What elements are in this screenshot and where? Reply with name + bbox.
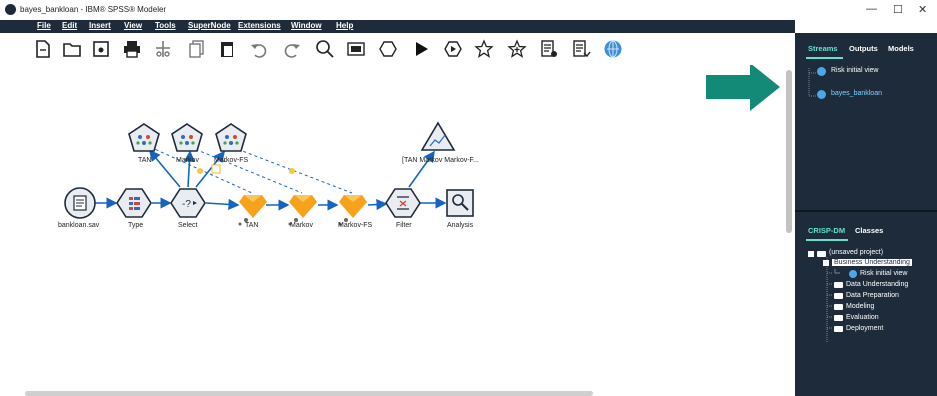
preview-run-icon[interactable] [571, 39, 591, 59]
new-stream-icon[interactable] [33, 39, 53, 59]
label-analysis: Analysis [447, 222, 474, 229]
minimize-button[interactable]: — [866, 3, 877, 15]
maximize-button[interactable]: ☐ [893, 3, 903, 16]
stream-item-risk[interactable]: Risk initial view [831, 67, 878, 74]
label-type: Type [128, 222, 144, 229]
spss-app-icon [5, 4, 16, 15]
run-icon[interactable] [411, 39, 431, 59]
node-tan-model[interactable] [128, 123, 160, 152]
stream-icon [849, 270, 857, 278]
node-select[interactable]: -? [170, 188, 206, 218]
label-graph: [TAN Markov Markov-F... [402, 157, 479, 164]
node-filter[interactable] [385, 188, 421, 218]
label-tan-build: TAN [245, 222, 259, 229]
model-link-markov [189, 146, 303, 194]
phase-data-understanding[interactable]: Data Understanding [846, 281, 908, 288]
project-root[interactable]: (unsaved project) [829, 249, 883, 256]
svg-text:-?: -? [182, 199, 191, 210]
save-icon[interactable] [91, 39, 111, 59]
label-select: Select [178, 222, 198, 229]
label-bankloan: bankloan.sav [58, 222, 100, 229]
menu-file[interactable]: File [37, 21, 51, 30]
menu-bar: File Edit Insert View Tools SuperNode Ex… [0, 20, 795, 33]
menu-extensions[interactable]: Extensions [238, 21, 281, 30]
menu-insert[interactable]: Insert [89, 21, 111, 30]
folder-icon [834, 304, 843, 310]
window-titlebar: bayes_bankloan - IBM® SPSS® Modeler — ☐ … [0, 0, 937, 20]
tab-classes[interactable]: Classes [855, 226, 883, 235]
cut-icon[interactable] [153, 39, 173, 59]
toolbar [0, 33, 795, 65]
manager-panel: Streams Outputs Models Risk initial view… [795, 33, 937, 396]
globe-icon[interactable] [603, 39, 623, 59]
label-markovfs-model: Markov-FS [214, 157, 249, 164]
vertical-scrollbar[interactable] [786, 70, 792, 233]
phase-deployment[interactable]: Deployment [846, 325, 883, 332]
node-markovfs-model-build[interactable] [338, 195, 368, 226]
menu-window[interactable]: Window [291, 21, 322, 30]
favorites-icon[interactable] [474, 39, 494, 59]
node-bankloan-source[interactable] [64, 187, 96, 219]
phase-modeling[interactable]: Modeling [846, 303, 874, 310]
folder-icon [834, 315, 843, 321]
tab-crisp-dm[interactable]: CRISP-DM [808, 226, 845, 235]
phase-item-risk[interactable]: Risk initial view [860, 270, 907, 277]
stream-canvas[interactable]: -? bankloan.sav Type Select TAN Markov M… [0, 65, 795, 396]
preview-icon[interactable] [539, 39, 559, 59]
menu-tools[interactable]: Tools [155, 21, 176, 30]
stream-item-bayes[interactable]: bayes_bankloan [831, 90, 882, 97]
supernode-icon[interactable] [378, 39, 398, 59]
link-markovfs-filter [367, 198, 388, 211]
window-title: bayes_bankloan - IBM® SPSS® Modeler [20, 5, 167, 14]
properties-icon[interactable] [346, 39, 366, 59]
redo-icon[interactable] [282, 39, 302, 59]
copy-icon[interactable] [187, 39, 207, 59]
phase-evaluation[interactable]: Evaluation [846, 314, 879, 321]
panel-divider [795, 210, 937, 212]
stream-icon [817, 67, 826, 76]
callout-arrow [706, 65, 780, 111]
favorites-add-icon[interactable] [507, 39, 527, 59]
undo-icon[interactable] [249, 39, 269, 59]
print-icon[interactable] [122, 39, 142, 59]
folder-icon [834, 293, 843, 299]
horizontal-scrollbar[interactable] [25, 391, 593, 396]
folder-icon [834, 282, 843, 288]
find-icon[interactable] [315, 39, 335, 59]
node-markov-model[interactable] [171, 123, 203, 152]
menu-edit[interactable]: Edit [62, 21, 77, 30]
folder-icon [834, 326, 843, 332]
menu-supernode[interactable]: SuperNode [188, 21, 231, 30]
node-markov-model-build[interactable] [288, 195, 318, 226]
stream-icon [817, 90, 826, 99]
label-markov-model: Markov [176, 157, 199, 164]
collapse-toggle-2[interactable] [823, 260, 829, 266]
paste-icon[interactable] [217, 39, 237, 59]
node-analysis[interactable] [446, 189, 474, 217]
node-type[interactable] [116, 188, 152, 218]
active-tab-indicator-2 [806, 239, 848, 241]
link-marker-dot-2 [289, 168, 295, 174]
open-folder-icon[interactable] [62, 39, 82, 59]
node-markovfs-model[interactable] [215, 123, 247, 152]
label-filter: Filter [396, 222, 412, 229]
node-tan-model-build[interactable] [238, 195, 268, 226]
label-markovfs-build: Markov-FS [338, 222, 373, 229]
link-select-tan [205, 198, 240, 210]
folder-icon [817, 251, 826, 257]
stream-diagram: -? [64, 65, 780, 226]
menu-help[interactable]: Help [336, 21, 353, 30]
link-marker-square [211, 164, 221, 174]
close-button[interactable]: ✕ [918, 3, 927, 16]
label-markov-build: Markov [290, 222, 313, 229]
label-tan-model: TAN [138, 157, 152, 164]
run-selection-icon[interactable] [443, 39, 463, 59]
link-marker-dot [197, 168, 203, 174]
phase-data-preparation[interactable]: Data Preparation [846, 292, 899, 299]
node-graph-output[interactable] [420, 121, 456, 151]
phase-business-understanding[interactable]: Business Understanding [832, 259, 912, 266]
collapse-toggle[interactable] [808, 251, 814, 257]
menu-view[interactable]: View [124, 21, 142, 30]
